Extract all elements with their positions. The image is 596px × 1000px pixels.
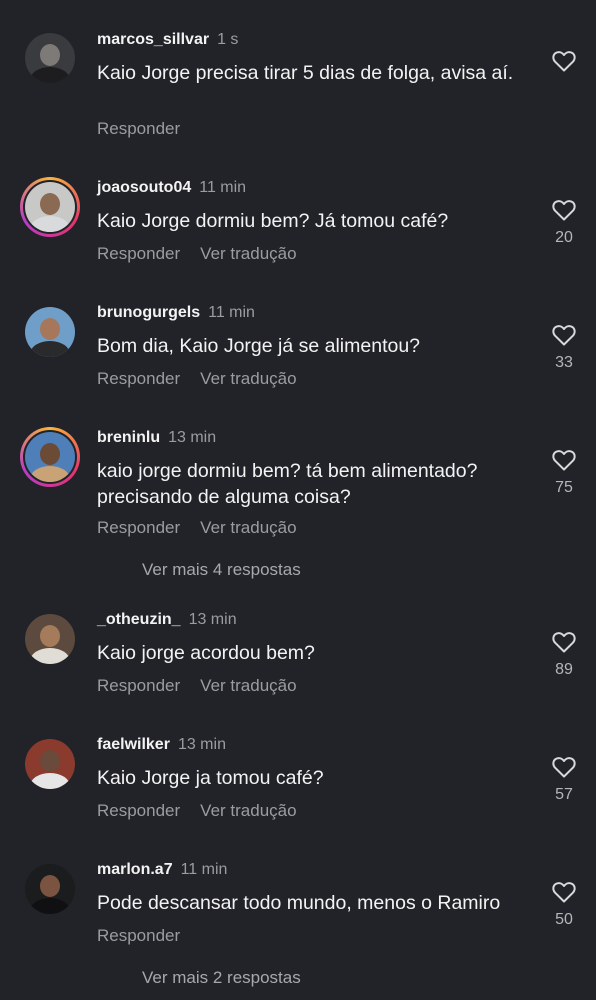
avatar[interactable]: [20, 859, 80, 919]
translate-button[interactable]: Ver tradução: [200, 801, 296, 821]
reply-button[interactable]: Responder: [97, 801, 180, 821]
comment-text: Kaio Jorge precisa tirar 5 dias de folga…: [97, 62, 514, 84]
username[interactable]: breninlu: [97, 429, 160, 446]
reply-button[interactable]: Responder: [97, 518, 180, 538]
username[interactable]: faelwilker: [97, 736, 170, 753]
username[interactable]: marcos_sillvar: [97, 31, 209, 48]
username[interactable]: joaosouto04: [97, 179, 191, 196]
timestamp: 13 min: [168, 429, 217, 446]
timestamp: 13 min: [188, 611, 237, 628]
like-button[interactable]: [548, 50, 580, 80]
like-count: 57: [555, 786, 573, 803]
reply-button[interactable]: Responder: [97, 676, 180, 696]
like-count: 89: [555, 661, 573, 678]
like-button[interactable]: 50: [548, 881, 580, 929]
avatar[interactable]: [20, 734, 80, 794]
timestamp: 13 min: [177, 736, 226, 753]
timestamp: 11 min: [180, 861, 228, 878]
avatar[interactable]: [20, 28, 80, 88]
comment-text: Kaio Jorge dormiu bem? Já tomou café?: [97, 210, 449, 232]
comment-text: kaio jorge dormiu bem? tá bem alimentado…: [97, 460, 478, 508]
heart-icon: [552, 325, 576, 346]
heart-icon: [552, 51, 576, 72]
translate-button[interactable]: Ver tradução: [200, 518, 296, 538]
like-count: 75: [555, 479, 573, 496]
username[interactable]: brunogurgels: [97, 304, 200, 321]
like-count: 33: [555, 354, 573, 371]
avatar[interactable]: [20, 427, 80, 487]
avatar[interactable]: [20, 609, 80, 669]
translate-button[interactable]: Ver tradução: [200, 369, 296, 389]
username[interactable]: marlon.a7: [97, 861, 173, 878]
heart-icon: [552, 882, 576, 903]
like-button[interactable]: 89: [548, 631, 580, 679]
like-button[interactable]: 75: [548, 449, 580, 497]
translate-button[interactable]: Ver tradução: [200, 676, 296, 696]
heart-icon: [552, 450, 576, 471]
view-more-replies-button[interactable]: Ver mais 2 respostas: [142, 968, 301, 988]
view-more-replies-button[interactable]: Ver mais 4 respostas: [142, 560, 301, 580]
timestamp: 1 s: [217, 31, 239, 48]
like-button[interactable]: 20: [548, 199, 580, 247]
heart-icon: [552, 632, 576, 653]
reply-button[interactable]: Responder: [97, 244, 180, 264]
avatar[interactable]: [20, 177, 80, 237]
comment-text: Kaio Jorge ja tomou café?: [97, 767, 324, 789]
like-count: 20: [555, 229, 573, 246]
translate-button[interactable]: Ver tradução: [200, 244, 296, 264]
comment-text: Pode descansar todo mundo, menos o Ramir…: [97, 892, 501, 914]
avatar[interactable]: [20, 302, 80, 362]
comment-text: Bom dia, Kaio Jorge já se alimentou?: [97, 335, 421, 357]
reply-button[interactable]: Responder: [97, 369, 180, 389]
username[interactable]: _otheuzin_: [97, 611, 181, 628]
reply-button[interactable]: Responder: [97, 926, 180, 946]
reply-button[interactable]: Responder: [97, 119, 180, 139]
like-button[interactable]: 57: [548, 756, 580, 804]
heart-icon: [552, 200, 576, 221]
like-button[interactable]: 33: [548, 324, 580, 372]
timestamp: 11 min: [199, 179, 247, 196]
timestamp: 11 min: [208, 304, 255, 321]
like-count: 50: [555, 911, 573, 928]
heart-icon: [552, 757, 576, 778]
comment-text: Kaio jorge acordou bem?: [97, 642, 315, 664]
